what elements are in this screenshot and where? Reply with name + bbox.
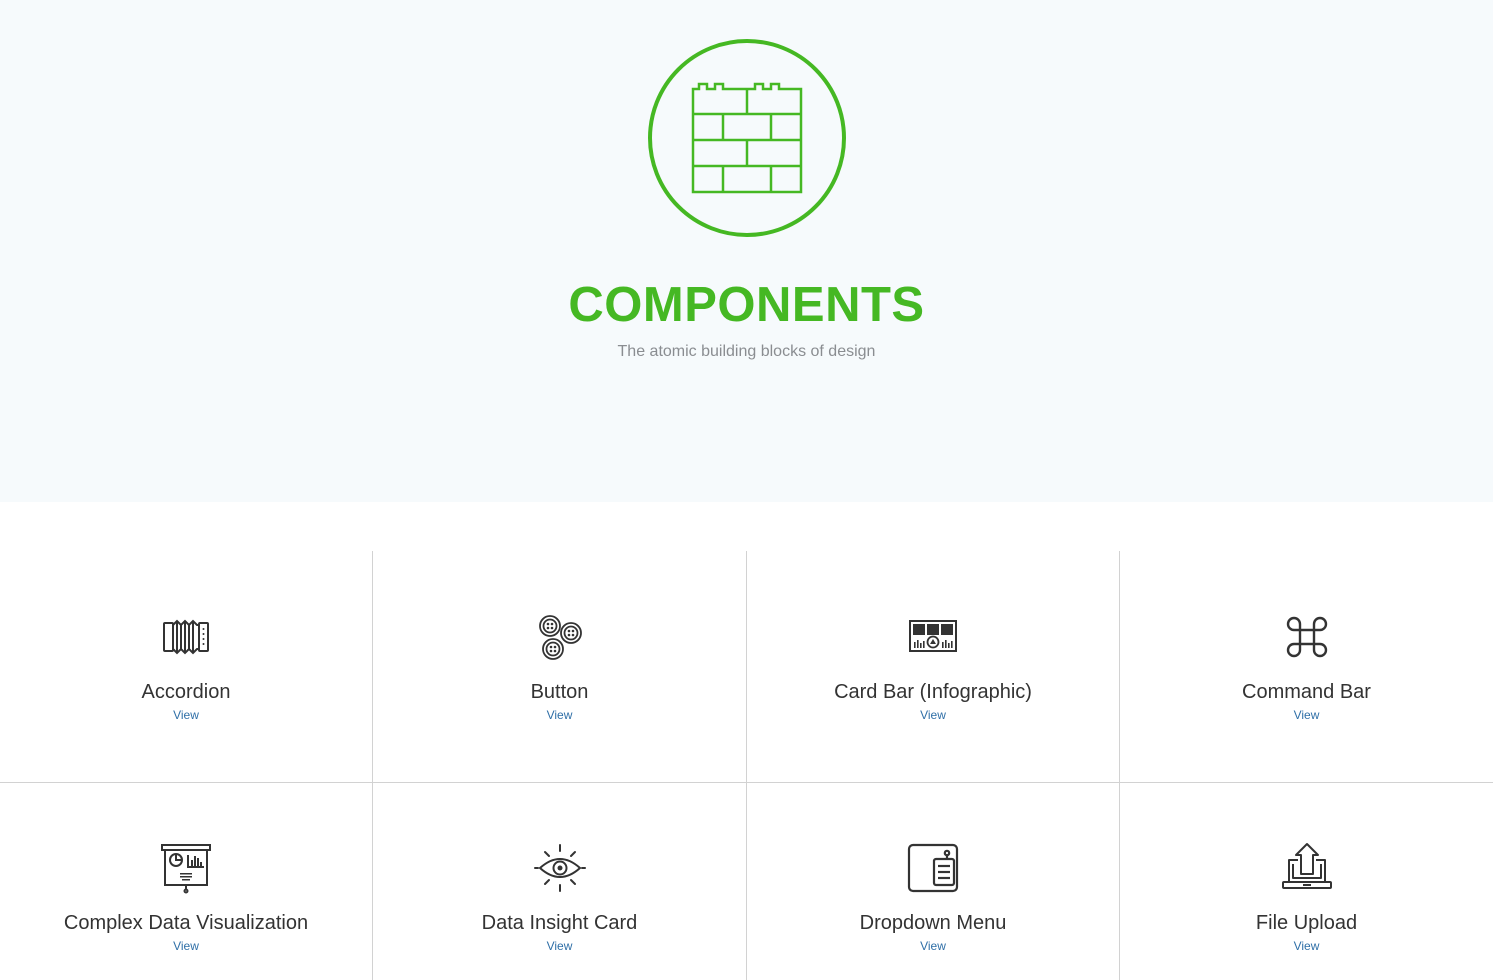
view-link[interactable]: View [1120, 708, 1493, 722]
component-name: Dropdown Menu [859, 912, 1007, 934]
component-card-file-upload[interactable]: File Upload View [1120, 783, 1493, 980]
eye-icon [533, 844, 586, 892]
component-card-command-bar[interactable]: Command Bar View [1120, 551, 1493, 782]
view-link[interactable]: View [0, 939, 372, 953]
component-name: File Upload [1255, 912, 1358, 934]
view-link[interactable]: View [0, 708, 372, 722]
accordion-icon [163, 619, 209, 655]
brick-wall-icon [648, 39, 846, 237]
components-grid: Accordion View Button View Card Bar (Inf… [0, 551, 1493, 980]
component-card-dropdown-menu[interactable]: Dropdown Menu View [747, 783, 1119, 980]
buttons-icon [538, 615, 582, 660]
page-title: COMPONENTS [568, 278, 925, 332]
component-name: Data Insight Card [481, 912, 638, 934]
presentation-chart-icon [161, 844, 211, 894]
component-name: Button [530, 681, 589, 703]
component-card-data-insight-card[interactable]: Data Insight Card View [373, 783, 746, 980]
component-card-complex-data-visualization[interactable]: Complex Data Visualization View [0, 783, 372, 980]
view-link[interactable]: View [747, 708, 1119, 722]
dropdown-menu-icon [907, 843, 959, 893]
card-bar-icon [909, 620, 957, 652]
component-name: Accordion [141, 681, 231, 703]
component-name: Card Bar (Infographic) [834, 681, 1032, 703]
component-card-button[interactable]: Button View [373, 551, 746, 782]
component-name: Complex Data Visualization [63, 912, 309, 934]
view-link[interactable]: View [747, 939, 1119, 953]
page-subtitle: The atomic building blocks of design [617, 343, 876, 360]
laptop-upload-icon [1281, 843, 1332, 889]
hero-section: COMPONENTS The atomic building blocks of… [0, 0, 1493, 502]
component-card-card-bar[interactable]: Card Bar (Infographic) View [747, 551, 1119, 782]
view-link[interactable]: View [373, 708, 746, 722]
view-link[interactable]: View [1120, 939, 1493, 953]
component-name: Command Bar [1242, 681, 1371, 703]
command-icon [1286, 616, 1327, 658]
component-card-accordion[interactable]: Accordion View [0, 551, 372, 782]
view-link[interactable]: View [373, 939, 746, 953]
